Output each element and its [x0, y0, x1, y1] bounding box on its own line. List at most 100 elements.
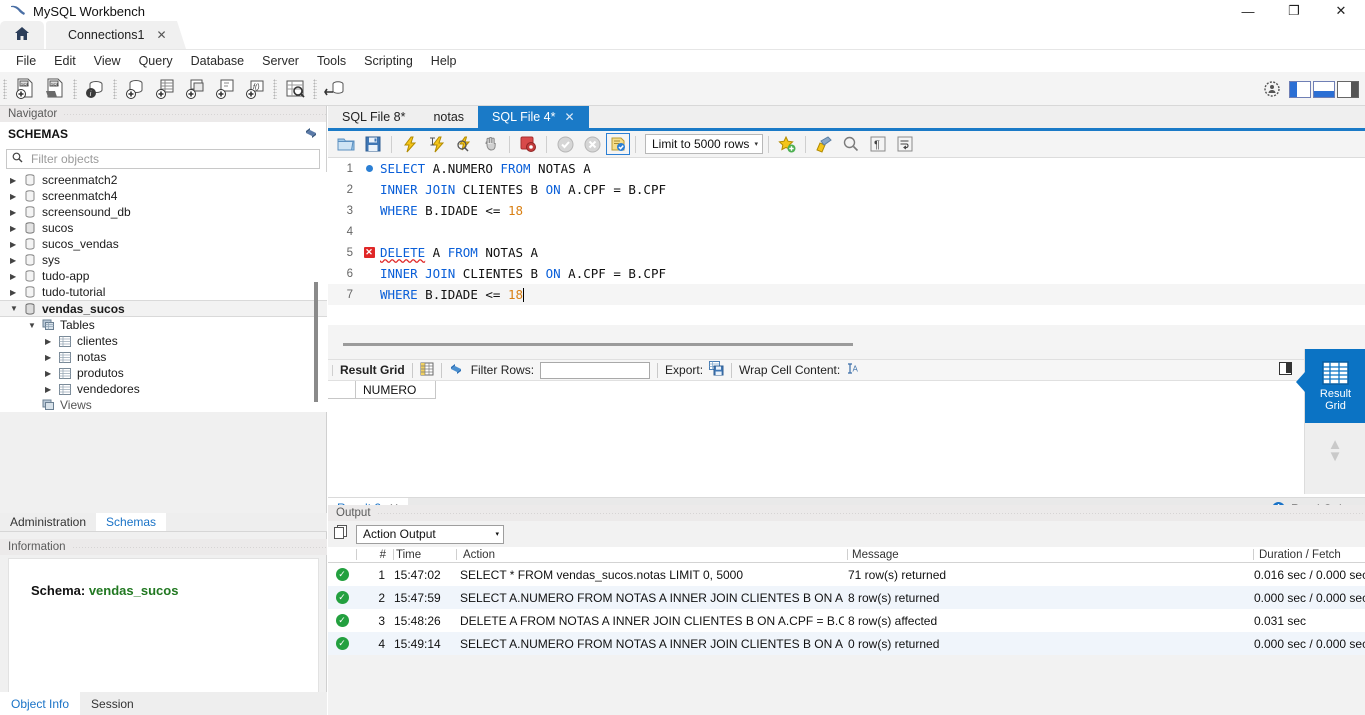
chevron-right-icon[interactable]: ▶: [45, 385, 59, 394]
chevron-right-icon[interactable]: ▶: [10, 208, 24, 217]
rail-scroll-spinner[interactable]: ▲ ▼: [1305, 423, 1365, 478]
row-limit-select[interactable]: Limit to 5000 rows ▾: [645, 134, 763, 154]
inspect-object-icon[interactable]: [280, 74, 310, 104]
wrap-lines-icon[interactable]: [892, 132, 918, 156]
menu-query[interactable]: Query: [130, 52, 182, 70]
output-view-select[interactable]: Action Output ▾: [356, 524, 504, 544]
create-procedure-icon[interactable]: [210, 74, 240, 104]
sql-code-editor[interactable]: 1 SELECT A.NUMERO FROM NOTAS A 2 INNER J…: [328, 158, 1365, 325]
tree-item-tudo-app[interactable]: ▶ tudo-app: [0, 268, 327, 284]
new-sql-tab-icon[interactable]: SQL: [10, 74, 40, 104]
explain-query-icon[interactable]: [451, 132, 477, 156]
menu-edit[interactable]: Edit: [45, 52, 85, 70]
find-icon[interactable]: [838, 132, 864, 156]
close-button[interactable]: ✕: [1317, 0, 1365, 22]
menu-scripting[interactable]: Scripting: [355, 52, 422, 70]
connection-tab-connections1[interactable]: Connections1 ✕: [46, 21, 186, 49]
tree-item-tudo-tutorial[interactable]: ▶ tudo-tutorial: [0, 284, 327, 300]
filter-objects-box[interactable]: [6, 149, 320, 169]
output-row[interactable]: ✓ 2 15:47:59 SELECT A.NUMERO FROM NOTAS …: [328, 586, 1365, 609]
menu-database[interactable]: Database: [182, 52, 254, 70]
header-action[interactable]: Action: [457, 549, 847, 561]
connection-info-icon[interactable]: i: [80, 74, 110, 104]
code-line[interactable]: 5 ✕ DELETE A FROM NOTAS A: [328, 242, 1365, 263]
tree-item-notas[interactable]: ▶ notas: [0, 349, 327, 365]
chevron-down-icon[interactable]: ▾: [754, 140, 758, 148]
splitter-handle[interactable]: [343, 343, 853, 346]
statement-dot-marker[interactable]: [358, 165, 380, 172]
menu-view[interactable]: View: [85, 52, 130, 70]
toggle-field-types-icon[interactable]: [1279, 362, 1292, 378]
chevron-right-icon[interactable]: ▶: [10, 256, 24, 265]
header-duration[interactable]: Duration / Fetch: [1254, 549, 1364, 561]
tree-item-views[interactable]: Views: [0, 397, 327, 412]
sql-file-tab-4[interactable]: SQL File 4* ✕: [478, 106, 589, 128]
maximize-button[interactable]: ❐: [1271, 0, 1317, 22]
toggle-breakpoint-icon[interactable]: [515, 132, 541, 156]
chevron-right-icon[interactable]: ▶: [45, 369, 59, 378]
menu-file[interactable]: File: [7, 52, 45, 70]
chevron-down-icon[interactable]: ▼: [10, 304, 24, 313]
output-row[interactable]: ✓ 3 15:48:26 DELETE A FROM NOTAS A INNER…: [328, 609, 1365, 632]
chevron-right-icon[interactable]: ▶: [10, 240, 24, 249]
tree-item-clientes[interactable]: ▶ clientes: [0, 333, 327, 349]
tree-item-vendedores[interactable]: ▶ vendedores: [0, 381, 327, 397]
error-marker-icon[interactable]: ✕: [358, 247, 380, 258]
code-line[interactable]: 6 INNER JOIN CLIENTES B ON A.CPF = B.CPF: [328, 263, 1365, 284]
chevron-right-icon[interactable]: ▶: [10, 288, 24, 297]
toggle-output-icon[interactable]: [1313, 80, 1335, 98]
tree-item-screenmatch2[interactable]: ▶ screenmatch2: [0, 172, 327, 188]
menu-server[interactable]: Server: [253, 52, 308, 70]
code-line[interactable]: 7 WHERE B.IDADE <= 18: [328, 284, 1365, 305]
create-view-icon[interactable]: [180, 74, 210, 104]
chevron-right-icon[interactable]: ▶: [10, 272, 24, 281]
home-tab[interactable]: [0, 21, 44, 49]
save-file-icon[interactable]: [360, 132, 386, 156]
open-file-icon[interactable]: [333, 132, 359, 156]
menu-tools[interactable]: Tools: [308, 52, 355, 70]
create-table-icon[interactable]: [150, 74, 180, 104]
output-row[interactable]: ✓ 4 15:49:14 SELECT A.NUMERO FROM NOTAS …: [328, 632, 1365, 655]
refresh-schemas-icon[interactable]: [304, 126, 318, 143]
header-time[interactable]: Time: [394, 549, 456, 561]
commit-icon[interactable]: [552, 132, 578, 156]
schema-tree[interactable]: ▶ screenmatch2 ▶ screenmatch4 ▶ screenso…: [0, 172, 327, 412]
open-sql-script-icon[interactable]: SQL: [40, 74, 70, 104]
tab-administration[interactable]: Administration: [0, 513, 96, 531]
tree-item-tables[interactable]: ▼ Tables: [0, 317, 327, 333]
tree-item-produtos[interactable]: ▶ produtos: [0, 365, 327, 381]
tab-schemas[interactable]: Schemas: [96, 513, 167, 531]
code-line[interactable]: 4: [328, 221, 1365, 242]
tree-item-vendas-sucos[interactable]: ▼ vendas_sucos: [0, 300, 327, 317]
export-recordset-icon[interactable]: [709, 361, 724, 379]
create-function-icon[interactable]: f(): [240, 74, 270, 104]
rail-button-result-grid[interactable]: Result Grid: [1296, 349, 1365, 423]
execute-all-icon[interactable]: [397, 132, 423, 156]
chevron-right-icon[interactable]: ▶: [10, 224, 24, 233]
chevron-down-icon[interactable]: ▼: [28, 321, 42, 330]
minimize-button[interactable]: —: [1225, 0, 1271, 22]
chevron-right-icon[interactable]: ▶: [10, 176, 24, 185]
create-schema-icon[interactable]: [120, 74, 150, 104]
code-line[interactable]: 2 INNER JOIN CLIENTES B ON A.CPF = B.CPF: [328, 179, 1365, 200]
close-icon[interactable]: ✕: [565, 110, 575, 124]
toggle-invisible-chars-icon[interactable]: ¶: [865, 132, 891, 156]
tree-item-screenmatch4[interactable]: ▶ screenmatch4: [0, 188, 327, 204]
tab-object-info[interactable]: Object Info: [0, 692, 81, 715]
reconnect-server-icon[interactable]: [320, 74, 350, 104]
toggle-secondary-sidebar-icon[interactable]: [1337, 80, 1359, 98]
tab-session[interactable]: Session: [80, 692, 145, 715]
filter-objects-input[interactable]: [29, 151, 314, 167]
add-snippet-icon[interactable]: [774, 132, 800, 156]
tree-item-sys[interactable]: ▶ sys: [0, 252, 327, 268]
code-line[interactable]: 3 WHERE B.IDADE <= 18: [328, 200, 1365, 221]
header-message[interactable]: Message: [848, 549, 1253, 561]
sql-file-tab-8[interactable]: SQL File 8*: [328, 106, 420, 128]
grid-column-numero[interactable]: NUMERO: [356, 381, 436, 399]
header-number[interactable]: #: [357, 549, 393, 561]
menu-help[interactable]: Help: [422, 52, 466, 70]
tree-item-sucos[interactable]: ▶ sucos: [0, 220, 327, 236]
output-snapshot-icon[interactable]: [334, 525, 348, 543]
grid-corner-cell[interactable]: [328, 381, 356, 399]
chevron-down-icon[interactable]: ▼: [1328, 449, 1343, 464]
